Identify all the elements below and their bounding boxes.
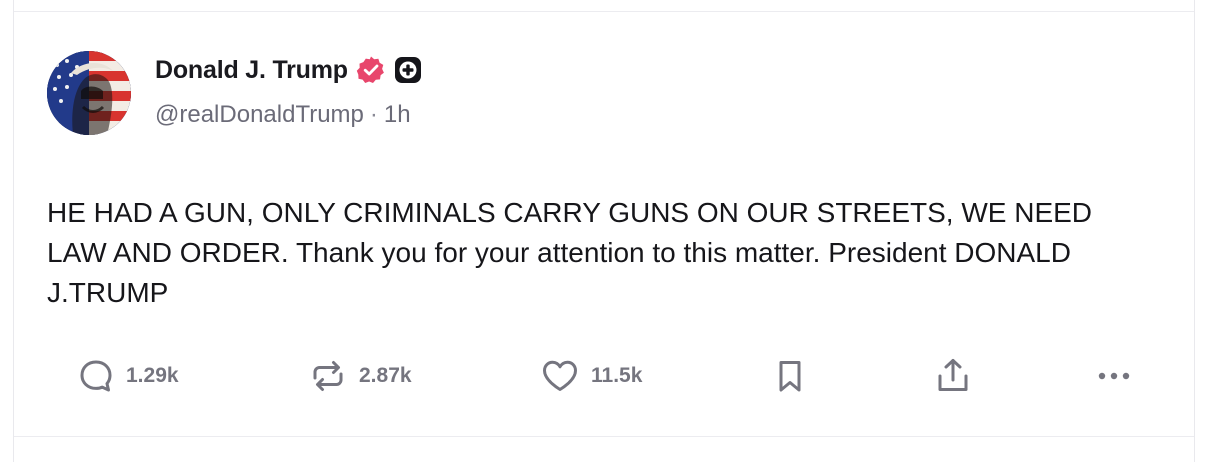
like-count: 11.5k [591, 364, 643, 387]
post-body-text: HE HAD A GUN, ONLY CRIMINALS CARRY GUNS … [47, 197, 1093, 308]
plus-badge-icon [394, 56, 422, 84]
like-button[interactable]: 11.5k [539, 354, 642, 398]
reply-icon [76, 356, 116, 396]
share-button[interactable] [933, 354, 973, 398]
bottom-divider [14, 436, 1194, 437]
author-display-name[interactable]: Donald J. Trump [155, 56, 348, 85]
repost-button[interactable]: 2.87k [307, 354, 412, 398]
more-icon [1094, 356, 1134, 396]
top-divider [14, 11, 1194, 12]
bookmark-icon [770, 356, 810, 396]
separator-dot: · [369, 101, 378, 128]
more-options-button[interactable] [1094, 354, 1134, 398]
avatar-image [47, 51, 131, 135]
post-timestamp[interactable]: 1h [384, 101, 411, 129]
heart-icon [539, 356, 581, 396]
repost-count: 2.87k [359, 364, 412, 387]
bookmark-button[interactable] [770, 354, 810, 398]
verified-badge-icon [356, 55, 386, 85]
reply-count: 1.29k [126, 364, 179, 387]
post-card: Donald J. Trump @realDonaldTrump · 1h HE… [13, 0, 1195, 462]
repost-icon [307, 356, 349, 396]
author-handle[interactable]: @realDonaldTrump [155, 101, 364, 129]
reply-button[interactable]: 1.29k [76, 354, 179, 398]
author-handle-row: @realDonaldTrump · 1h [155, 101, 411, 129]
author-name-row: Donald J. Trump [155, 52, 422, 88]
action-bar: 1.29k 2.87k 11.5k [14, 354, 1196, 398]
share-icon [933, 356, 973, 396]
avatar[interactable] [47, 51, 131, 135]
